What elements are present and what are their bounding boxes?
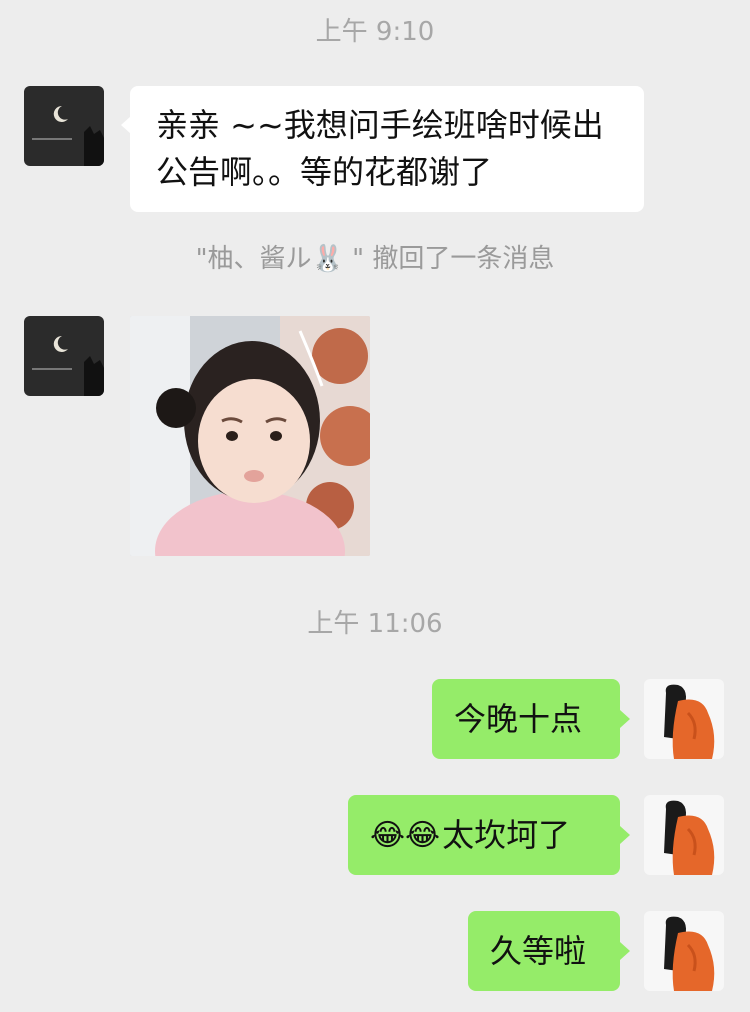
recall-notice: "柚、酱ル🐰 " 撤回了一条消息 (195, 244, 555, 274)
message-text: 亲亲 ~~我想问手绘班啥时候出公告啊。。等的花都谢了 (156, 106, 604, 191)
timestamp: 上午 9:10 (315, 17, 435, 47)
contact-avatar[interactable] (24, 86, 104, 166)
bubble-tail (620, 826, 630, 844)
orange-hoodie-avatar-icon (644, 679, 724, 759)
contact-avatar[interactable] (24, 316, 104, 396)
face-with-tears-of-joy-icon: 😂😂 (370, 817, 441, 853)
sticker-image[interactable] (130, 316, 370, 556)
orange-hoodie-avatar-icon (644, 795, 724, 875)
bubble-tail (620, 710, 630, 728)
my-avatar[interactable] (644, 911, 724, 991)
message-text: 今晚十点 (454, 699, 583, 738)
timestamp: 上午 11:06 (307, 609, 443, 639)
message-text: 太坎坷了 (442, 815, 571, 854)
incoming-message-bubble[interactable]: 亲亲 ~~我想问手绘班啥时候出公告啊。。等的花都谢了 (130, 86, 644, 212)
orange-hoodie-avatar-icon (644, 911, 724, 991)
outgoing-message-bubble[interactable]: 😂😂 太坎坷了 (348, 795, 620, 875)
outgoing-message-bubble[interactable]: 久等啦 (468, 911, 620, 991)
message-text: 久等啦 (490, 931, 587, 970)
my-avatar[interactable] (644, 795, 724, 875)
pouting-child-sticker (130, 316, 370, 556)
moon-night-avatar-icon (24, 316, 104, 396)
outgoing-message-bubble[interactable]: 今晚十点 (432, 679, 620, 759)
moon-night-avatar-icon (24, 86, 104, 166)
my-avatar[interactable] (644, 679, 724, 759)
bubble-tail (620, 942, 630, 960)
